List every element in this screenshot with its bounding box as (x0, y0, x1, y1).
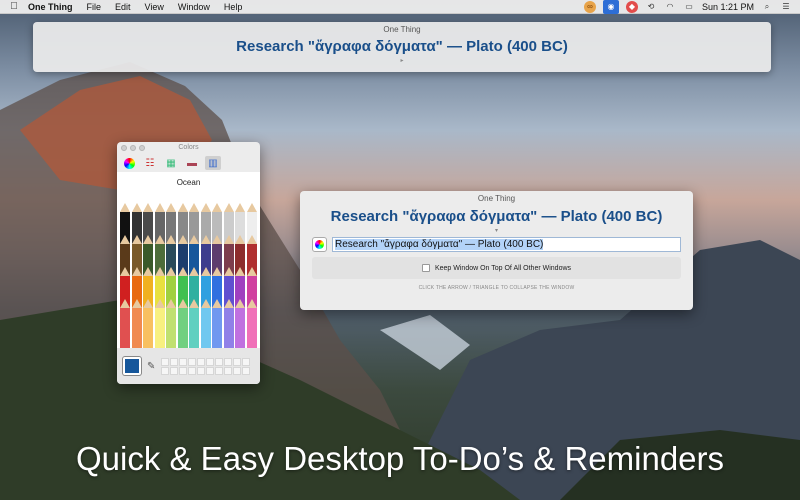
keep-on-top-label[interactable]: Keep Window On Top Of All Other Windows (435, 265, 571, 272)
minimize-button[interactable] (130, 145, 136, 151)
notification-center-icon[interactable]: ☰ (780, 1, 792, 13)
menu-bar:  One Thing File Edit View Window Help ∞… (0, 0, 800, 14)
favorite-swatch[interactable] (188, 357, 197, 366)
window-title: One Thing (477, 194, 516, 203)
menu-window[interactable]: Window (178, 2, 210, 12)
color-palettes-tab-icon[interactable]: ▦ (163, 156, 179, 170)
pencil[interactable] (246, 299, 257, 348)
color-sliders-tab-icon[interactable]: ☷ (142, 156, 158, 170)
pencil[interactable] (166, 299, 176, 348)
status-area: ∞ ◉ ◆ ⟲ ◠ ▭ Sun 1:21 PM ⌕ ☰ (583, 0, 800, 14)
pencils-tab-icon[interactable]: ▥ (205, 156, 221, 170)
pencil[interactable] (177, 299, 188, 348)
task-input-value: Research "ἄγραφα δόγματα" — Plato (400 B… (335, 239, 544, 250)
eyedropper-icon[interactable]: ✎ (147, 361, 155, 372)
apple-icon[interactable]:  (0, 1, 28, 12)
time-machine-icon[interactable]: ⟲ (645, 1, 657, 13)
spotlight-search-icon[interactable]: ⌕ (761, 1, 773, 13)
color-wheel-icon (315, 240, 324, 249)
menu-file[interactable]: File (87, 2, 102, 12)
edit-row: Research "ἄγραφα δόγματα" — Plato (400 B… (300, 237, 693, 252)
favorite-swatch[interactable] (224, 366, 233, 375)
pencil[interactable] (223, 299, 234, 348)
window-controls (121, 145, 145, 151)
menu-help[interactable]: Help (224, 2, 243, 12)
favorite-swatch[interactable] (170, 357, 179, 366)
wifi-icon[interactable]: ◠ (664, 1, 676, 13)
image-palettes-tab-icon[interactable]: ▬ (184, 156, 200, 170)
close-button[interactable] (121, 145, 127, 151)
battery-icon[interactable]: ▭ (683, 1, 695, 13)
pencil[interactable] (120, 299, 130, 348)
favorite-swatch[interactable] (179, 357, 188, 366)
favorite-swatches (161, 357, 251, 375)
one-thing-collapsed-window: One Thing Research "ἄγραφα δόγματα" — Pl… (33, 22, 771, 72)
favorite-swatch[interactable] (215, 357, 224, 366)
favorite-swatch[interactable] (215, 366, 224, 375)
favorite-swatch[interactable] (161, 357, 170, 366)
favorite-swatch[interactable] (206, 357, 215, 366)
expand-arrow-icon[interactable]: ▸ (33, 57, 771, 64)
zoom-button[interactable] (139, 145, 145, 151)
keep-on-top-row: Keep Window On Top Of All Other Windows (312, 257, 681, 279)
collapse-hint: CLICK THE ARROW / TRIANGLE TO COLLAPSE T… (418, 285, 575, 291)
pencil-grid (117, 202, 260, 348)
favorite-swatch[interactable] (242, 357, 251, 366)
keep-on-top-checkbox[interactable] (421, 264, 430, 272)
pencil[interactable] (212, 299, 222, 348)
menu-view[interactable]: View (145, 2, 164, 12)
promo-caption: Quick & Easy Desktop To-Do’s & Reminders (75, 440, 725, 477)
color-name: Ocean (117, 172, 260, 202)
colors-tabs: ☷ ▦ ▬ ▥ (117, 154, 260, 172)
favorite-swatch[interactable] (161, 366, 170, 375)
pencil[interactable] (154, 299, 165, 348)
clock[interactable]: Sun 1:21 PM (702, 2, 754, 12)
status-red-icon[interactable]: ◆ (625, 0, 638, 13)
selected-color-swatch[interactable] (123, 357, 141, 375)
pencil[interactable] (143, 299, 153, 348)
color-wheel-tab-icon[interactable] (121, 156, 137, 170)
favorite-swatch[interactable] (233, 357, 242, 366)
one-thing-window: One Thing Research "ἄγραφα δόγματα" — Pl… (300, 191, 693, 310)
camera-icon[interactable]: ◉ (602, 0, 619, 14)
favorite-swatch[interactable] (179, 366, 188, 375)
task-input[interactable]: Research "ἄγραφα δόγματα" — Plato (400 B… (332, 237, 681, 252)
menu-app-name[interactable]: One Thing (28, 2, 73, 12)
favorite-swatch[interactable] (206, 366, 215, 375)
colors-panel: Colors ☷ ▦ ▬ ▥ Ocean ✎ (117, 142, 260, 384)
collapse-arrow-icon[interactable]: ▾ (300, 227, 693, 234)
favorite-swatch[interactable] (170, 366, 179, 375)
favorite-swatch[interactable] (197, 357, 206, 366)
pencil[interactable] (189, 299, 199, 348)
favorite-swatch[interactable] (224, 357, 233, 366)
favorite-swatch[interactable] (197, 366, 206, 375)
task-text: Research "ἄγραφα δόγματα" — Plato (400 B… (330, 208, 663, 225)
favorite-swatch[interactable] (242, 366, 251, 375)
pencil[interactable] (200, 299, 211, 348)
window-title: One Thing (383, 25, 421, 34)
colors-title: Colors (178, 144, 199, 151)
pencil[interactable] (131, 299, 142, 348)
menu-edit[interactable]: Edit (115, 2, 131, 12)
favorite-swatch[interactable] (188, 366, 197, 375)
color-wheel-button[interactable] (312, 237, 327, 252)
status-app-icon[interactable]: ∞ (583, 0, 596, 13)
favorite-swatch[interactable] (233, 366, 242, 375)
pencil[interactable] (235, 299, 245, 348)
colors-bottom-bar: ✎ (117, 348, 260, 384)
colors-titlebar: Colors (117, 142, 260, 154)
task-text: Research "ἄγραφα δόγματα" — Plato (400 B… (236, 38, 568, 55)
